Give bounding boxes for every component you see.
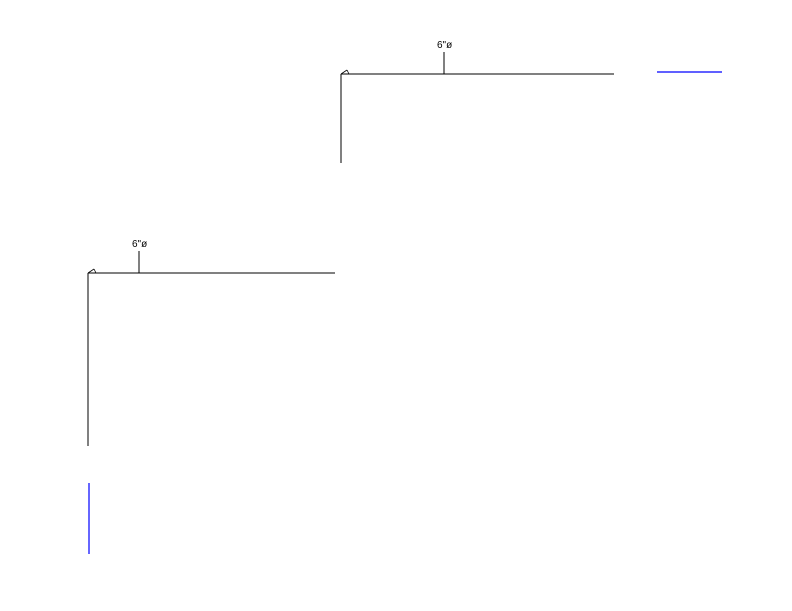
upper-corner-mark-icon bbox=[341, 70, 349, 74]
upper-pipe-segment bbox=[341, 52, 614, 163]
pipe-diagram-canvas bbox=[0, 0, 792, 611]
lower-pipe-label: 6"ø bbox=[132, 239, 147, 250]
lower-pipe-segment bbox=[88, 251, 335, 446]
upper-pipe-label: 6"ø bbox=[437, 40, 452, 51]
lower-corner-mark-icon bbox=[88, 269, 96, 273]
